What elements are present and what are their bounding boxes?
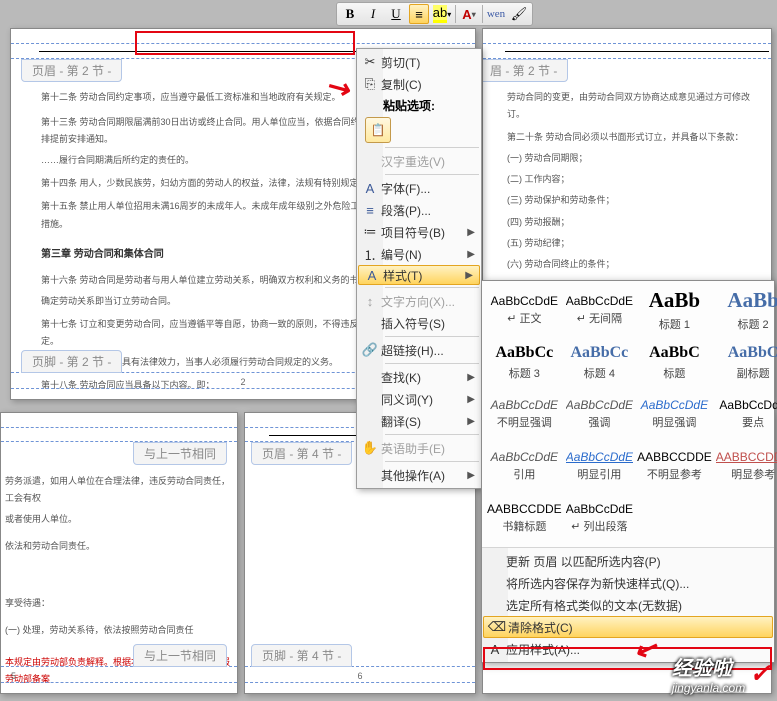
- menu-item-英语助手e: ✋英语助手(E): [357, 437, 481, 459]
- gallery-menu-清除格式C[interactable]: ⌫清除格式(C): [483, 616, 773, 638]
- watermark: 经验啦 jingyanla.com ✓: [672, 652, 771, 695]
- style-正文[interactable]: AaBbCcDdE↵ 正文: [485, 284, 564, 336]
- style-明显强调[interactable]: AaBbCcDdE明显强调: [635, 388, 714, 440]
- menu-item-编号n[interactable]: ⒈编号(N)▶: [357, 243, 481, 265]
- paste-keep-source-icon[interactable]: 📋: [365, 117, 391, 143]
- style-标题1[interactable]: AaBb标题 1: [635, 284, 714, 336]
- page-number-5: 5: [11, 671, 16, 681]
- page-number-6: 6: [357, 671, 362, 681]
- menu-item-同义词y[interactable]: 同义词(Y)▶: [357, 388, 481, 410]
- submenu-arrow-icon: ▶: [467, 227, 475, 238]
- header-label-sec4: 页眉 - 第 4 节 -: [251, 442, 352, 465]
- mini-toolbar: B I U ≡ ab▾ A▾ wen 🖌: [336, 2, 533, 26]
- page-number-2: 2: [240, 377, 245, 387]
- style-要点[interactable]: AaBbCcDdE要点: [714, 388, 777, 440]
- style-标题3[interactable]: AaBbCc标题 3: [485, 336, 564, 388]
- menu-icon: ⎘: [359, 76, 381, 92]
- menu-icon: ✂: [359, 54, 381, 70]
- format-painter-button[interactable]: 🖌: [509, 4, 529, 24]
- menu-icon: ≡: [359, 203, 381, 218]
- footer-label-sec2: 页脚 - 第 2 节 -: [21, 350, 122, 373]
- wen-button[interactable]: wen: [486, 4, 506, 24]
- menu-item-剪切t[interactable]: ✂剪切(T): [357, 51, 481, 73]
- menu-item-汉字重选v: 汉字重选(V): [357, 150, 481, 172]
- menu-item-其他操作a[interactable]: 其他操作(A)▶: [357, 464, 481, 486]
- menu-icon: ✋: [359, 440, 381, 456]
- style-书籍标题[interactable]: AABBCCDDE书籍标题: [485, 492, 564, 544]
- menu-icon: ↕: [359, 294, 381, 309]
- menu-item-字体f[interactable]: A字体(F)...: [357, 177, 481, 199]
- menu-item-文字方向x: ↕文字方向(X)...: [357, 290, 481, 312]
- style-不明显强调[interactable]: AaBbCcDdE不明显强调: [485, 388, 564, 440]
- style-列出段落[interactable]: AaBbCcDdE↵ 列出段落: [564, 492, 635, 544]
- submenu-arrow-icon: ▶: [467, 372, 475, 383]
- menu-item-复制c[interactable]: ⎘复制(C): [357, 73, 481, 95]
- style-标题4[interactable]: AaBbCc标题 4: [564, 336, 635, 388]
- style-不明显参考[interactable]: AABBCCDDE不明显参考: [635, 440, 714, 492]
- menu-icon: A: [361, 268, 383, 283]
- menu-item-样式t[interactable]: A样式(T)▶: [358, 265, 480, 285]
- submenu-arrow-icon: ▶: [467, 470, 475, 481]
- context-menu: ✂剪切(T)⎘复制(C)粘贴选项:📋 汉字重选(V) A字体(F)...≡段落(P)…: [356, 48, 482, 489]
- submenu-arrow-icon: ▶: [467, 394, 475, 405]
- submenu-arrow-icon: ▶: [467, 249, 475, 260]
- paste-options-label: 粘贴选项:: [357, 95, 481, 115]
- gallery-menu-更新页眉以匹配所选内容P[interactable]: 更新 页眉 以匹配所选内容(P): [482, 550, 774, 572]
- check-icon: ✓: [749, 658, 771, 689]
- bold-button[interactable]: B: [340, 4, 360, 24]
- menu-icon: ≔: [359, 224, 381, 240]
- style-强调[interactable]: AaBbCcDdE强调: [564, 388, 635, 440]
- styles-gallery: AaBbCcDdE↵ 正文AaBbCcDdE↵ 无间隔AaBb标题 1AaBb标…: [481, 280, 775, 663]
- menu-item-插入符号s[interactable]: 插入符号(S): [357, 312, 481, 334]
- style-明显参考[interactable]: AABBCCDDE明显参考: [714, 440, 777, 492]
- same-as-prev-label: 与上一节相同: [133, 442, 227, 465]
- style-引用[interactable]: AaBbCcDdE引用: [485, 440, 564, 492]
- font-color-button[interactable]: A▾: [459, 4, 479, 24]
- header-label-sec2: 页眉 - 第 2 节 -: [21, 59, 122, 82]
- menu-item-项目符号b[interactable]: ≔项目符号(B)▶: [357, 221, 481, 243]
- footer-label-sec4: 页脚 - 第 4 节 -: [251, 644, 352, 667]
- underline-button[interactable]: U: [386, 4, 406, 24]
- style-副标题[interactable]: AaBbC副标题: [714, 336, 777, 388]
- submenu-arrow-icon: ▶: [465, 270, 473, 281]
- menu-item-段落p[interactable]: ≡段落(P)...: [357, 199, 481, 221]
- menu-icon: 🔗: [359, 342, 381, 358]
- style-明显引用[interactable]: AaBbCcDdE明显引用: [564, 440, 635, 492]
- page-5: 与上一节相同 劳务派遣，如用人单位在合理法律，违反劳动合同责任，工会有权 或者使…: [0, 412, 238, 694]
- menu-icon: ⒈: [359, 245, 381, 264]
- gallery-menu-选定所有格式类似的文本无数据[interactable]: 选定所有格式类似的文本(无数据): [482, 594, 774, 616]
- style-标题2[interactable]: AaBb标题 2: [714, 284, 777, 336]
- same-as-prev-footer: 与上一节相同: [133, 644, 227, 667]
- highlight-button[interactable]: ab▾: [432, 4, 452, 24]
- menu-item-翻译s[interactable]: 翻译(S)▶: [357, 410, 481, 432]
- style-无间隔[interactable]: AaBbCcDdE↵ 无间隔: [564, 284, 635, 336]
- gallery-menu-将所选内容保存为新快速样式Q[interactable]: 将所选内容保存为新快速样式(Q)...: [482, 572, 774, 594]
- menu-icon: ⌫: [486, 619, 508, 635]
- annotation-red-box: [135, 31, 355, 55]
- italic-button[interactable]: I: [363, 4, 383, 24]
- menu-icon: A: [359, 181, 381, 196]
- align-center-button[interactable]: ≡: [409, 4, 429, 24]
- menu-item-查找k[interactable]: 查找(K)▶: [357, 366, 481, 388]
- header-label-sec2-r: 眉 - 第 2 节 -: [482, 59, 568, 82]
- menu-item-超链接h[interactable]: 🔗超链接(H)...: [357, 339, 481, 361]
- style-标题[interactable]: AaBbC标题: [635, 336, 714, 388]
- submenu-arrow-icon: ▶: [467, 416, 475, 427]
